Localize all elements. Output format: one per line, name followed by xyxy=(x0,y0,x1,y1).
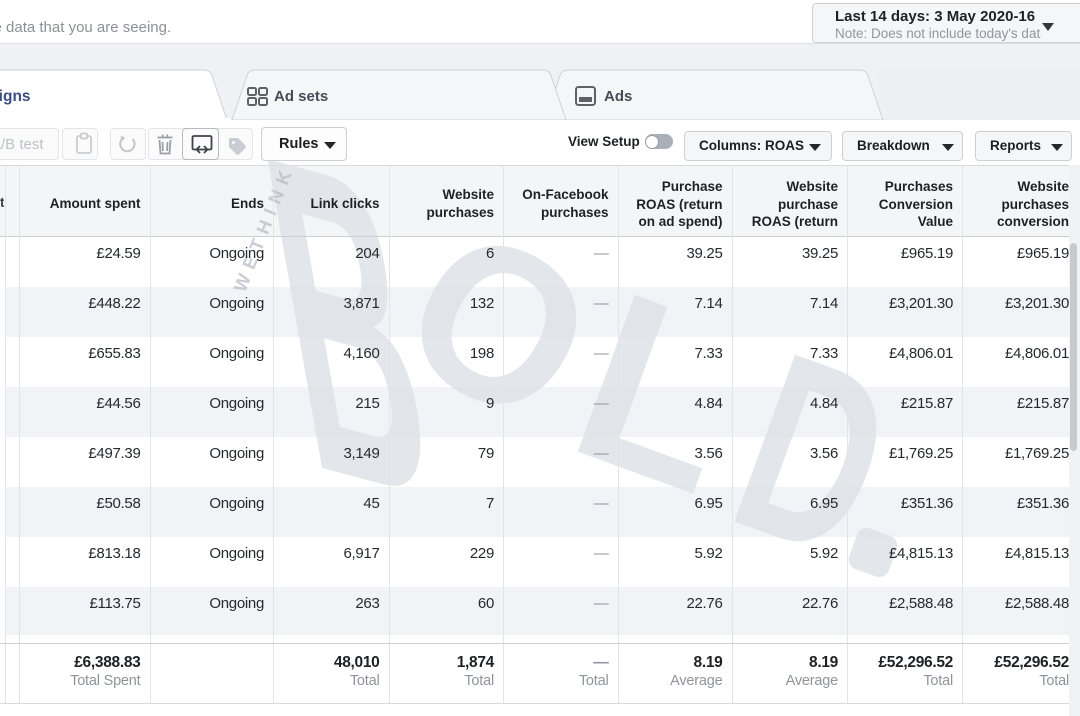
svg-text:Ad sets: Ad sets xyxy=(274,88,328,105)
svg-text:Ads: Ads xyxy=(604,88,632,105)
svg-text:Campaigns: Campaigns xyxy=(0,88,31,105)
